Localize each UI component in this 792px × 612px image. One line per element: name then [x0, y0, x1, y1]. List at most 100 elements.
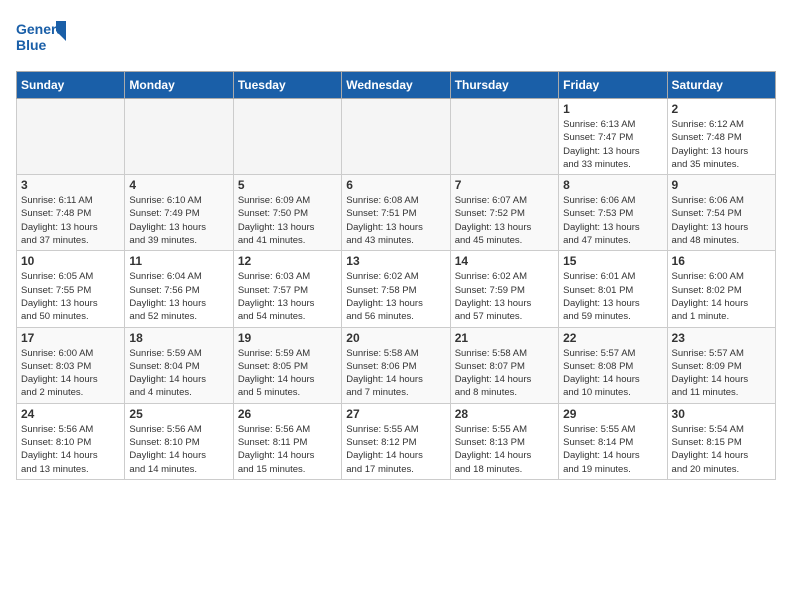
- day-number: 2: [672, 102, 771, 116]
- calendar-body: 1 Sunrise: 6:13 AM Sunset: 7:47 PM Daylig…: [17, 99, 776, 480]
- calendar-cell: 12 Sunrise: 6:03 AM Sunset: 7:57 PM Dayli…: [233, 251, 341, 327]
- day-info: Sunrise: 6:13 AM Sunset: 7:47 PM Dayligh…: [563, 118, 662, 171]
- calendar-cell: [342, 99, 450, 175]
- day-number: 19: [238, 331, 337, 345]
- day-info: Sunrise: 5:56 AM Sunset: 8:11 PM Dayligh…: [238, 423, 337, 476]
- day-info: Sunrise: 6:10 AM Sunset: 7:49 PM Dayligh…: [129, 194, 228, 247]
- calendar-cell: 23 Sunrise: 5:57 AM Sunset: 8:09 PM Dayli…: [667, 327, 775, 403]
- day-info: Sunrise: 6:05 AM Sunset: 7:55 PM Dayligh…: [21, 270, 120, 323]
- day-info: Sunrise: 6:00 AM Sunset: 8:02 PM Dayligh…: [672, 270, 771, 323]
- day-number: 13: [346, 254, 445, 268]
- calendar-cell: 20 Sunrise: 5:58 AM Sunset: 8:06 PM Dayli…: [342, 327, 450, 403]
- day-number: 26: [238, 407, 337, 421]
- day-number: 11: [129, 254, 228, 268]
- calendar-cell: 19 Sunrise: 5:59 AM Sunset: 8:05 PM Dayli…: [233, 327, 341, 403]
- day-number: 24: [21, 407, 120, 421]
- calendar-cell: 25 Sunrise: 5:56 AM Sunset: 8:10 PM Dayli…: [125, 403, 233, 479]
- calendar-cell: 26 Sunrise: 5:56 AM Sunset: 8:11 PM Dayli…: [233, 403, 341, 479]
- day-number: 7: [455, 178, 554, 192]
- calendar-cell: 6 Sunrise: 6:08 AM Sunset: 7:51 PM Daylig…: [342, 175, 450, 251]
- day-header: Tuesday: [233, 72, 341, 99]
- calendar-cell: [450, 99, 558, 175]
- day-number: 22: [563, 331, 662, 345]
- day-info: Sunrise: 5:55 AM Sunset: 8:12 PM Dayligh…: [346, 423, 445, 476]
- day-number: 9: [672, 178, 771, 192]
- calendar-cell: 5 Sunrise: 6:09 AM Sunset: 7:50 PM Daylig…: [233, 175, 341, 251]
- day-header: Thursday: [450, 72, 558, 99]
- calendar-cell: 16Sunrise: 6:00 AM Sunset: 8:02 PM Dayli…: [667, 251, 775, 327]
- calendar-cell: 9 Sunrise: 6:06 AM Sunset: 7:54 PM Daylig…: [667, 175, 775, 251]
- day-number: 14: [455, 254, 554, 268]
- day-info: Sunrise: 6:02 AM Sunset: 7:59 PM Dayligh…: [455, 270, 554, 323]
- day-number: 8: [563, 178, 662, 192]
- calendar-cell: 13Sunrise: 6:02 AM Sunset: 7:58 PM Dayli…: [342, 251, 450, 327]
- day-number: 23: [672, 331, 771, 345]
- day-number: 28: [455, 407, 554, 421]
- calendar-week-row: 17 Sunrise: 6:00 AM Sunset: 8:03 PM Dayli…: [17, 327, 776, 403]
- day-number: 10: [21, 254, 120, 268]
- calendar-cell: 14 Sunrise: 6:02 AM Sunset: 7:59 PM Dayli…: [450, 251, 558, 327]
- page-header: General Blue: [16, 16, 776, 61]
- calendar-cell: [233, 99, 341, 175]
- day-info: Sunrise: 5:59 AM Sunset: 8:05 PM Dayligh…: [238, 347, 337, 400]
- calendar-cell: 2 Sunrise: 6:12 AM Sunset: 7:48 PM Daylig…: [667, 99, 775, 175]
- calendar-cell: 7Sunrise: 6:07 AM Sunset: 7:52 PM Daylig…: [450, 175, 558, 251]
- calendar-cell: 21Sunrise: 5:58 AM Sunset: 8:07 PM Dayli…: [450, 327, 558, 403]
- calendar-cell: 1 Sunrise: 6:13 AM Sunset: 7:47 PM Daylig…: [559, 99, 667, 175]
- day-number: 1: [563, 102, 662, 116]
- day-info: Sunrise: 5:59 AM Sunset: 8:04 PM Dayligh…: [129, 347, 228, 400]
- day-number: 5: [238, 178, 337, 192]
- day-number: 12: [238, 254, 337, 268]
- day-number: 27: [346, 407, 445, 421]
- day-number: 29: [563, 407, 662, 421]
- day-info: Sunrise: 6:03 AM Sunset: 7:57 PM Dayligh…: [238, 270, 337, 323]
- day-number: 17: [21, 331, 120, 345]
- day-info: Sunrise: 5:58 AM Sunset: 8:06 PM Dayligh…: [346, 347, 445, 400]
- day-header: Friday: [559, 72, 667, 99]
- day-info: Sunrise: 6:00 AM Sunset: 8:03 PM Dayligh…: [21, 347, 120, 400]
- day-info: Sunrise: 6:08 AM Sunset: 7:51 PM Dayligh…: [346, 194, 445, 247]
- calendar-cell: 28 Sunrise: 5:55 AM Sunset: 8:13 PM Dayli…: [450, 403, 558, 479]
- calendar-cell: 3Sunrise: 6:11 AM Sunset: 7:48 PM Daylig…: [17, 175, 125, 251]
- day-info: Sunrise: 5:56 AM Sunset: 8:10 PM Dayligh…: [21, 423, 120, 476]
- day-info: Sunrise: 6:09 AM Sunset: 7:50 PM Dayligh…: [238, 194, 337, 247]
- day-header: Sunday: [17, 72, 125, 99]
- day-number: 15: [563, 254, 662, 268]
- day-info: Sunrise: 5:55 AM Sunset: 8:14 PM Dayligh…: [563, 423, 662, 476]
- calendar-header-row: SundayMondayTuesdayWednesdayThursdayFrid…: [17, 72, 776, 99]
- calendar-cell: 30 Sunrise: 5:54 AM Sunset: 8:15 PM Dayli…: [667, 403, 775, 479]
- day-info: Sunrise: 6:11 AM Sunset: 7:48 PM Dayligh…: [21, 194, 120, 247]
- calendar-cell: 27 Sunrise: 5:55 AM Sunset: 8:12 PM Dayli…: [342, 403, 450, 479]
- calendar-cell: 29 Sunrise: 5:55 AM Sunset: 8:14 PM Dayli…: [559, 403, 667, 479]
- day-info: Sunrise: 5:55 AM Sunset: 8:13 PM Dayligh…: [455, 423, 554, 476]
- day-number: 25: [129, 407, 228, 421]
- day-number: 21: [455, 331, 554, 345]
- day-number: 18: [129, 331, 228, 345]
- day-number: 30: [672, 407, 771, 421]
- day-number: 6: [346, 178, 445, 192]
- day-header: Monday: [125, 72, 233, 99]
- day-info: Sunrise: 6:04 AM Sunset: 7:56 PM Dayligh…: [129, 270, 228, 323]
- calendar-week-row: 24 Sunrise: 5:56 AM Sunset: 8:10 PM Dayli…: [17, 403, 776, 479]
- calendar-cell: 18 Sunrise: 5:59 AM Sunset: 8:04 PM Dayli…: [125, 327, 233, 403]
- logo-svg: General Blue: [16, 16, 66, 61]
- day-info: Sunrise: 5:57 AM Sunset: 8:09 PM Dayligh…: [672, 347, 771, 400]
- calendar-cell: 17 Sunrise: 6:00 AM Sunset: 8:03 PM Dayli…: [17, 327, 125, 403]
- calendar-cell: 11 Sunrise: 6:04 AM Sunset: 7:56 PM Dayli…: [125, 251, 233, 327]
- calendar-cell: [17, 99, 125, 175]
- day-info: Sunrise: 5:54 AM Sunset: 8:15 PM Dayligh…: [672, 423, 771, 476]
- calendar-week-row: 1 Sunrise: 6:13 AM Sunset: 7:47 PM Daylig…: [17, 99, 776, 175]
- calendar-cell: 8 Sunrise: 6:06 AM Sunset: 7:53 PM Daylig…: [559, 175, 667, 251]
- day-number: 20: [346, 331, 445, 345]
- day-number: 4: [129, 178, 228, 192]
- day-header: Saturday: [667, 72, 775, 99]
- day-header: Wednesday: [342, 72, 450, 99]
- calendar-cell: 24 Sunrise: 5:56 AM Sunset: 8:10 PM Dayli…: [17, 403, 125, 479]
- day-info: Sunrise: 6:12 AM Sunset: 7:48 PM Dayligh…: [672, 118, 771, 171]
- calendar-table: SundayMondayTuesdayWednesdayThursdayFrid…: [16, 71, 776, 480]
- day-info: Sunrise: 5:56 AM Sunset: 8:10 PM Dayligh…: [129, 423, 228, 476]
- calendar-cell: 4 Sunrise: 6:10 AM Sunset: 7:49 PM Daylig…: [125, 175, 233, 251]
- day-info: Sunrise: 6:06 AM Sunset: 7:53 PM Dayligh…: [563, 194, 662, 247]
- logo: General Blue: [16, 16, 66, 61]
- day-info: Sunrise: 6:06 AM Sunset: 7:54 PM Dayligh…: [672, 194, 771, 247]
